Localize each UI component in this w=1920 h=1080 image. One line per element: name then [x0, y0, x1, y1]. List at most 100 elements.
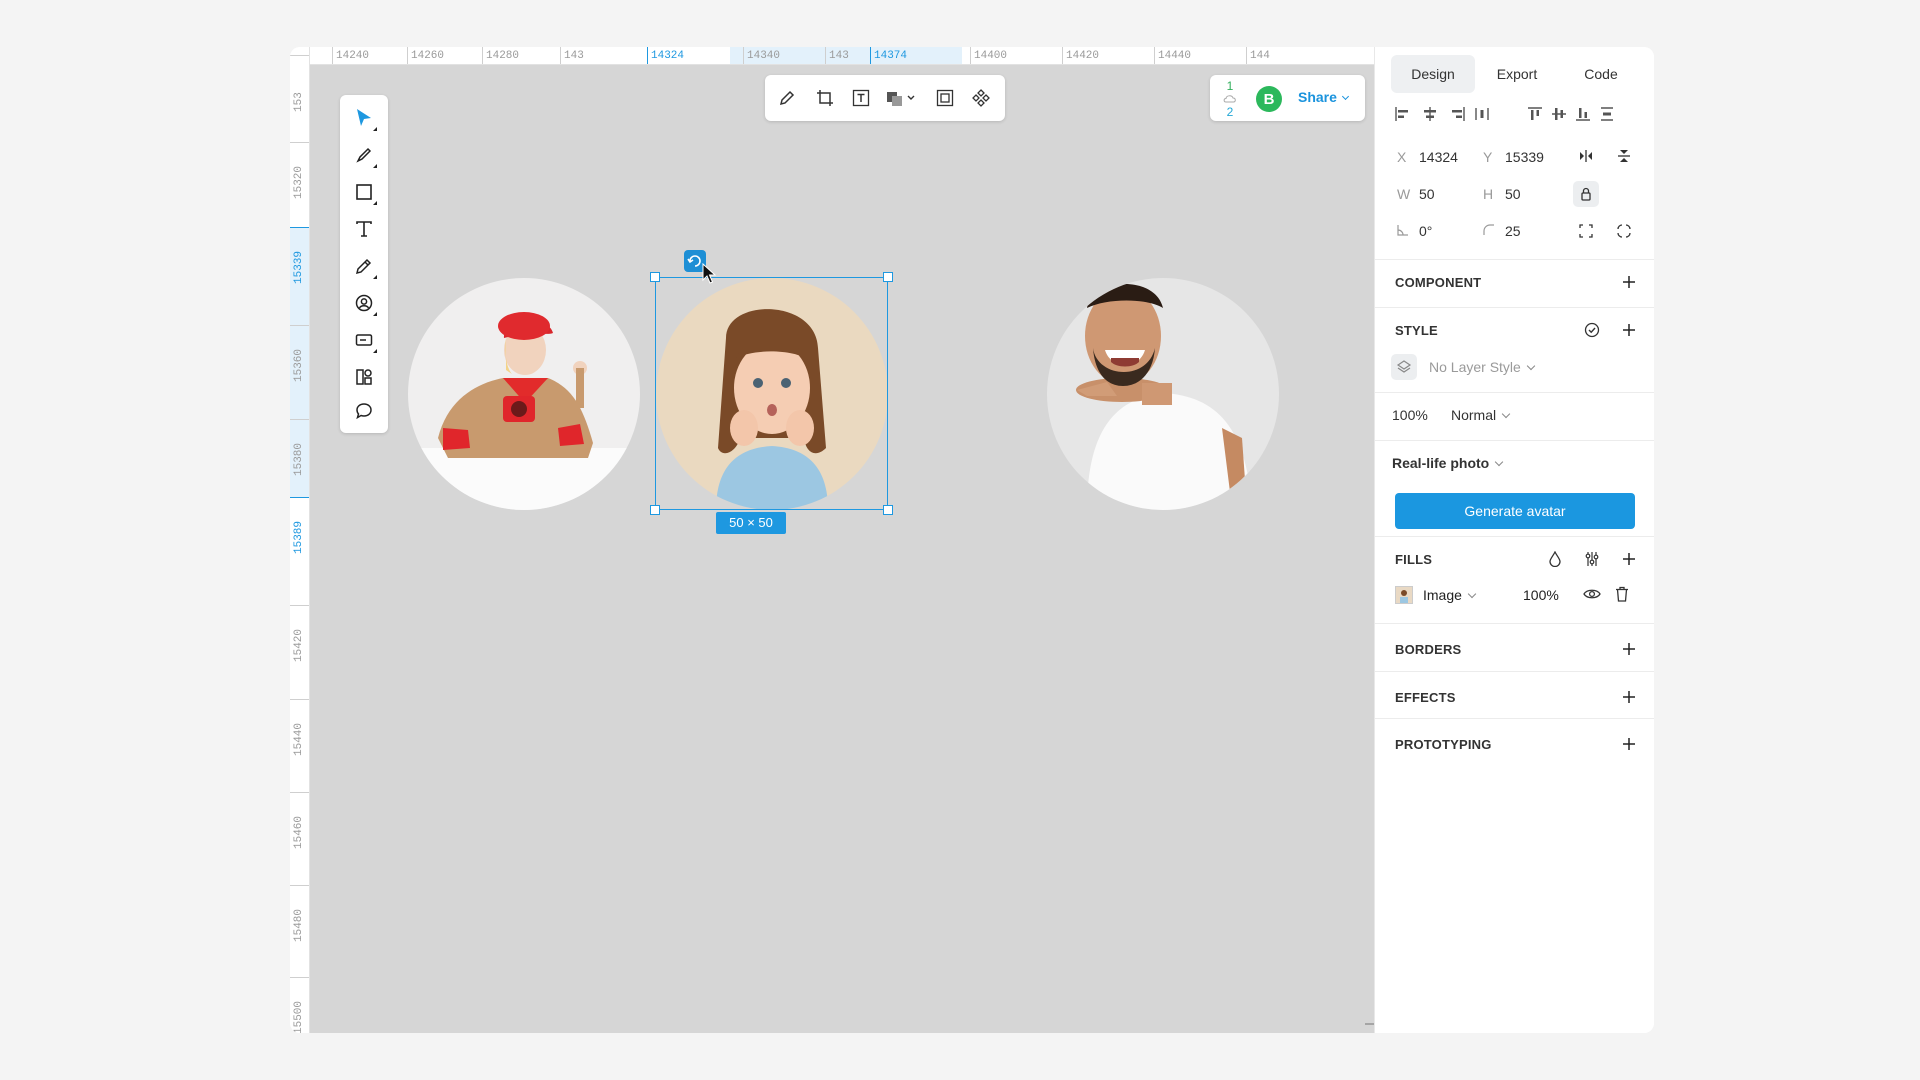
- fills-section-title: FILLS: [1395, 552, 1433, 567]
- pencil-tool[interactable]: [347, 249, 381, 283]
- user-avatar[interactable]: B: [1256, 86, 1282, 112]
- align-top-button[interactable]: [1523, 102, 1547, 126]
- tab-export[interactable]: Export: [1475, 55, 1559, 93]
- fill-row[interactable]: Image 100%: [1395, 585, 1645, 605]
- fill-opacity-value[interactable]: 100%: [1523, 587, 1559, 603]
- avatar-image-woman[interactable]: [408, 278, 640, 510]
- ruler-tick-label: 15500: [293, 1000, 305, 1033]
- resize-handle-top-left[interactable]: [650, 272, 660, 282]
- app-window: 14240 14260 14280 14300 14324 14340 1436…: [290, 47, 1654, 1033]
- corner-radius-field[interactable]: 25: [1483, 223, 1521, 239]
- tab-code[interactable]: Code: [1559, 55, 1643, 93]
- pen-tool[interactable]: [347, 138, 381, 172]
- frame-button[interactable]: [929, 82, 961, 114]
- fullscreen-button[interactable]: [1573, 218, 1599, 244]
- select-tool[interactable]: [347, 101, 381, 135]
- divider: [1375, 440, 1654, 441]
- avatar-type-value: Real-life photo: [1392, 455, 1490, 471]
- align-bottom-icon: [1576, 108, 1590, 121]
- component-button[interactable]: [965, 82, 997, 114]
- ruler-tick-label: 15480: [293, 908, 305, 942]
- avatar-image-man[interactable]: [1047, 278, 1279, 510]
- divider: [1375, 259, 1654, 260]
- add-component-button[interactable]: [1619, 272, 1639, 292]
- horizontal-ruler: 14240 14260 14280 14300 14324 14340 1436…: [310, 47, 1374, 65]
- add-border-button[interactable]: [1619, 639, 1639, 659]
- ruler-tick-label: 15389: [293, 520, 305, 554]
- text-tool[interactable]: [347, 212, 381, 246]
- edit-button[interactable]: [771, 82, 803, 114]
- woman-with-red-beret-photo: [408, 278, 640, 510]
- comment-icon: [356, 403, 372, 420]
- crop-button[interactable]: [809, 82, 841, 114]
- ruler-tick: 14400: [970, 47, 1007, 64]
- text-icon: [356, 221, 372, 237]
- toggle-visibility-button[interactable]: [1583, 586, 1601, 605]
- flip-vertical-button[interactable]: [1611, 143, 1637, 169]
- flip-horizontal-button[interactable]: [1573, 143, 1599, 169]
- distribute-vertical-button[interactable]: [1595, 102, 1619, 126]
- share-button[interactable]: Share: [1298, 89, 1349, 105]
- align-center-h-button[interactable]: [1418, 102, 1442, 126]
- fill-type-dropdown[interactable]: Image: [1423, 587, 1477, 603]
- style-check-button[interactable]: [1582, 320, 1602, 340]
- lock-aspect-ratio-button[interactable]: [1573, 181, 1599, 207]
- w-value: 50: [1419, 186, 1435, 202]
- sliders-icon: [1585, 552, 1599, 566]
- y-field[interactable]: Y 15339: [1483, 149, 1544, 165]
- fill-opacity-button[interactable]: [1545, 549, 1565, 569]
- avatar-type-dropdown[interactable]: Real-life photo: [1392, 455, 1504, 471]
- layer-style-value: No Layer Style: [1429, 359, 1521, 375]
- resize-handle-top-right[interactable]: [883, 272, 893, 282]
- divider: [1375, 307, 1654, 308]
- selection-box[interactable]: [650, 272, 893, 515]
- fill-settings-button[interactable]: [1582, 549, 1602, 569]
- add-fill-button[interactable]: [1619, 549, 1639, 569]
- height-field[interactable]: H 50: [1483, 186, 1521, 202]
- resize-handle-bottom-right[interactable]: [883, 505, 893, 515]
- components-icon: [356, 369, 372, 385]
- design-canvas[interactable]: 1 2 B Share 50 × 50: [310, 65, 1388, 1033]
- add-prototype-button[interactable]: [1619, 734, 1639, 754]
- ruler-tick-label: 15440: [293, 722, 305, 756]
- align-left-button[interactable]: [1390, 102, 1414, 126]
- flip-horizontal-icon: [1580, 150, 1592, 162]
- add-effect-button[interactable]: [1619, 687, 1639, 707]
- components-tool[interactable]: [347, 360, 381, 394]
- blend-mode-dropdown[interactable]: Normal: [1451, 407, 1511, 423]
- tab-design[interactable]: Design: [1391, 55, 1475, 93]
- angle-icon: [1397, 223, 1419, 239]
- ruler-tick: 15480: [290, 885, 309, 942]
- component-section-title: COMPONENT: [1395, 275, 1482, 290]
- ruler-tick: 15380: [290, 419, 309, 476]
- rectangle-tool[interactable]: [347, 175, 381, 209]
- comment-tool[interactable]: [347, 394, 381, 428]
- input-tool[interactable]: [347, 323, 381, 357]
- rotation-field[interactable]: 0°: [1397, 223, 1432, 239]
- opacity-field[interactable]: 100%: [1392, 407, 1428, 423]
- align-middle-button[interactable]: [1547, 102, 1571, 126]
- avatar-tool[interactable]: [347, 286, 381, 320]
- width-field[interactable]: W 50: [1397, 186, 1435, 202]
- crop-icon: [817, 90, 833, 106]
- frame-icon: [936, 89, 954, 107]
- independent-corners-button[interactable]: [1611, 218, 1637, 244]
- laughing-man-photo: [1047, 278, 1279, 510]
- x-field[interactable]: X 14324: [1397, 149, 1458, 165]
- boolean-dropdown[interactable]: [881, 82, 921, 114]
- add-style-button[interactable]: [1619, 320, 1639, 340]
- distribute-horizontal-button[interactable]: [1470, 102, 1494, 126]
- delete-fill-button[interactable]: [1615, 586, 1629, 605]
- vertical-ruler: 153 15320 15339 15360 15380 15389 15420 …: [290, 47, 310, 1033]
- plus-icon: [1623, 738, 1635, 750]
- viewer-count[interactable]: 1 2: [1222, 80, 1238, 119]
- resize-handle-bottom-left[interactable]: [650, 505, 660, 515]
- prototyping-section-title: PROTOTYPING: [1395, 737, 1492, 752]
- align-bottom-button[interactable]: [1571, 102, 1595, 126]
- expand-icon: [1579, 224, 1593, 238]
- align-right-button[interactable]: [1446, 102, 1470, 126]
- text-frame-button[interactable]: [845, 82, 877, 114]
- selection-size-badge: 50 × 50: [716, 512, 786, 534]
- ruler-tick: 153: [290, 55, 309, 112]
- generate-avatar-button[interactable]: Generate avatar: [1395, 493, 1635, 529]
